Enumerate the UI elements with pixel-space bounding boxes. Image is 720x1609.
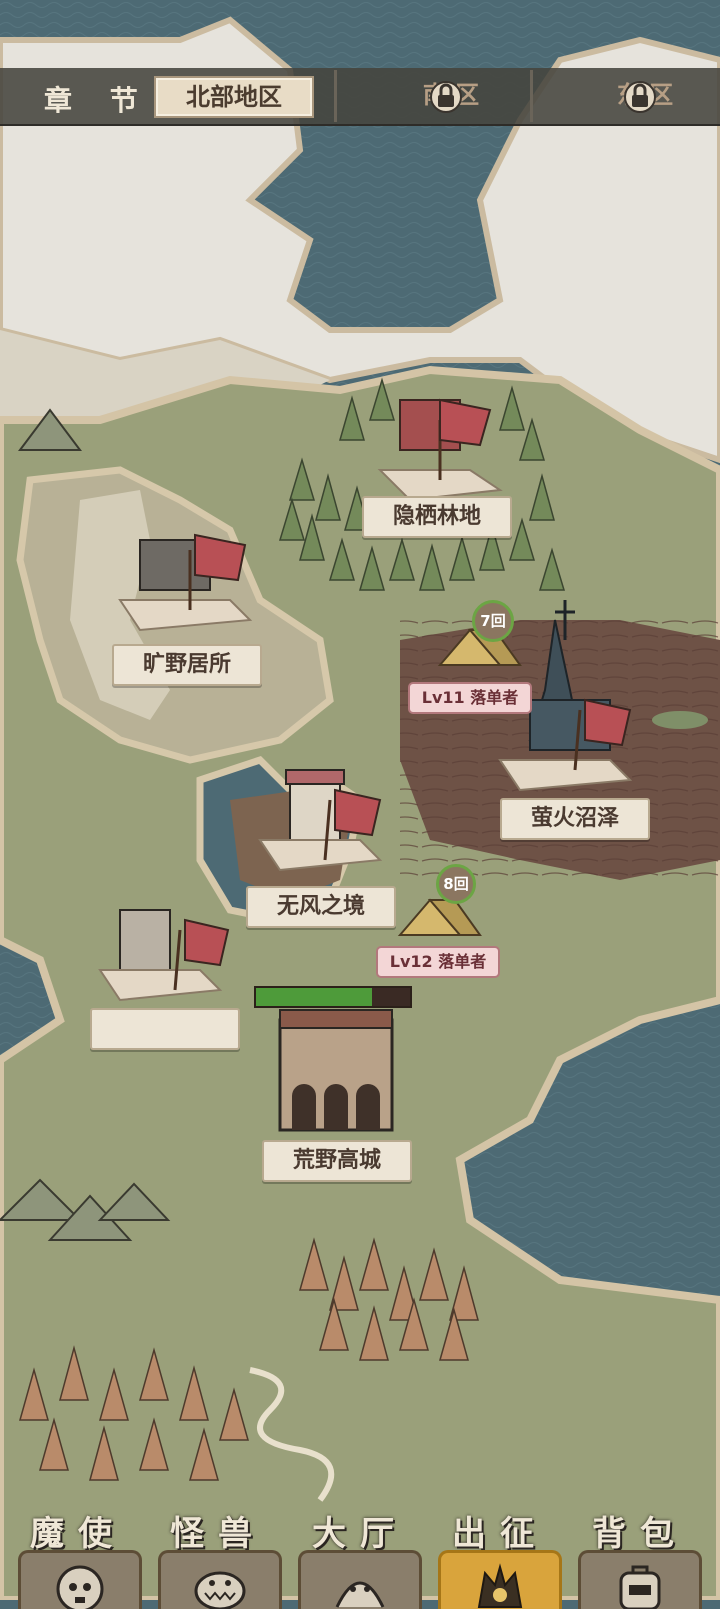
tab-divider	[334, 70, 337, 122]
nav-label-backpack: 背包	[592, 1514, 688, 1554]
location-wild-city[interactable]: 荒野高城	[262, 1140, 412, 1182]
city-health-fill	[256, 988, 372, 1006]
location-hidden-woods[interactable]: 隐栖林地	[362, 496, 512, 538]
location-unnamed[interactable]	[90, 1008, 240, 1050]
nav-label-monster: 怪兽	[170, 1514, 266, 1554]
chapter-label: 章 节	[44, 84, 152, 117]
tab-east-region[interactable]: 东 区	[560, 76, 720, 114]
nav-label-hall: 大厅	[312, 1514, 408, 1554]
enemy-label[interactable]: Lv12 落单者	[376, 946, 500, 978]
nav-label-envoy: 魔使	[30, 1514, 126, 1554]
nav-monster-button[interactable]	[158, 1550, 282, 1609]
nav-expedition-button[interactable]	[438, 1550, 562, 1609]
location-windless-realm[interactable]: 无风之境	[246, 886, 396, 928]
chapter-bar: 章 节 北部地区 南 区 东 区	[0, 68, 720, 126]
location-firefly-swamp[interactable]: 萤火沼泽	[500, 798, 650, 840]
tab-divider	[530, 70, 533, 122]
nav-backpack-button[interactable]	[578, 1550, 702, 1609]
tab-south-region[interactable]: 南 区	[366, 76, 536, 114]
enemy-turn-badge: 8回	[436, 864, 476, 904]
tab-north-region[interactable]: 北部地区	[154, 76, 314, 118]
enemy-turn-badge: 7回	[472, 600, 514, 642]
lock-icon	[430, 81, 462, 113]
nav-envoy-button[interactable]	[18, 1550, 142, 1609]
enemy-label[interactable]: Lv11 落单者	[408, 682, 532, 714]
city-health-bar	[254, 986, 412, 1008]
backpack-icon	[619, 1565, 661, 1609]
location-open-lodge[interactable]: 旷野居所	[112, 644, 262, 686]
skull-icon	[56, 1565, 104, 1609]
monster-icon	[194, 1571, 246, 1609]
expedition-icon	[477, 1563, 523, 1608]
lock-icon	[624, 81, 656, 113]
nav-label-expedition: 出征	[452, 1514, 548, 1554]
nav-hall-button[interactable]	[298, 1550, 422, 1609]
hall-icon	[335, 1581, 385, 1608]
bottom-nav: 魔使 怪兽 大厅 出征 背包	[0, 1506, 720, 1609]
